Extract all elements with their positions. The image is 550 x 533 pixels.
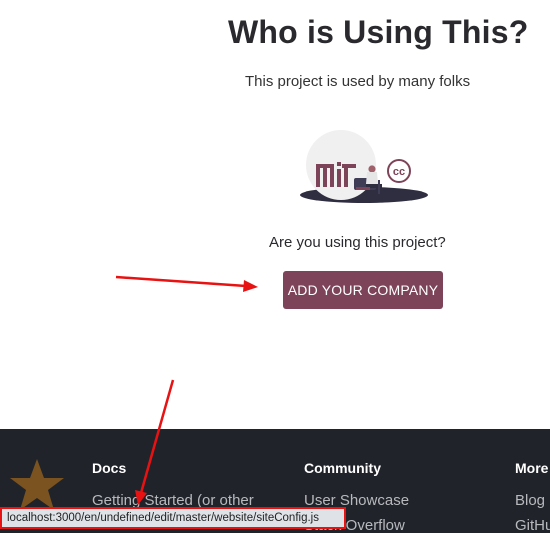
footer-link-blog[interactable]: Blog xyxy=(515,492,550,509)
status-bar-url: localhost:3000/en/undefined/edit/master/… xyxy=(0,507,346,529)
footer-heading-more: More xyxy=(515,460,549,476)
cta-prompt: Are you using this project? xyxy=(269,234,446,251)
footer-heading-docs: Docs xyxy=(92,460,127,476)
svg-text:cc: cc xyxy=(393,166,405,178)
footer-logo[interactable] xyxy=(8,457,66,513)
user-logo[interactable]: cc xyxy=(296,128,432,208)
page-title: Who is Using This? xyxy=(228,14,529,50)
mit-cc-logo-icon: cc xyxy=(300,130,428,203)
arrow-to-button xyxy=(115,275,258,292)
footer-column-more: More Blog GitHub xyxy=(515,460,550,533)
footer-link-github[interactable]: GitHub xyxy=(515,517,550,533)
footer-heading-community: Community xyxy=(304,460,381,476)
star-icon xyxy=(10,459,64,510)
page: Who is Using This? This project is used … xyxy=(0,0,550,533)
add-your-company-button[interactable]: ADD YOUR COMPANY xyxy=(283,271,443,309)
footer-column-docs: Docs Getting Started (or other xyxy=(92,460,254,509)
page-subtitle: This project is used by many folks xyxy=(245,73,471,90)
